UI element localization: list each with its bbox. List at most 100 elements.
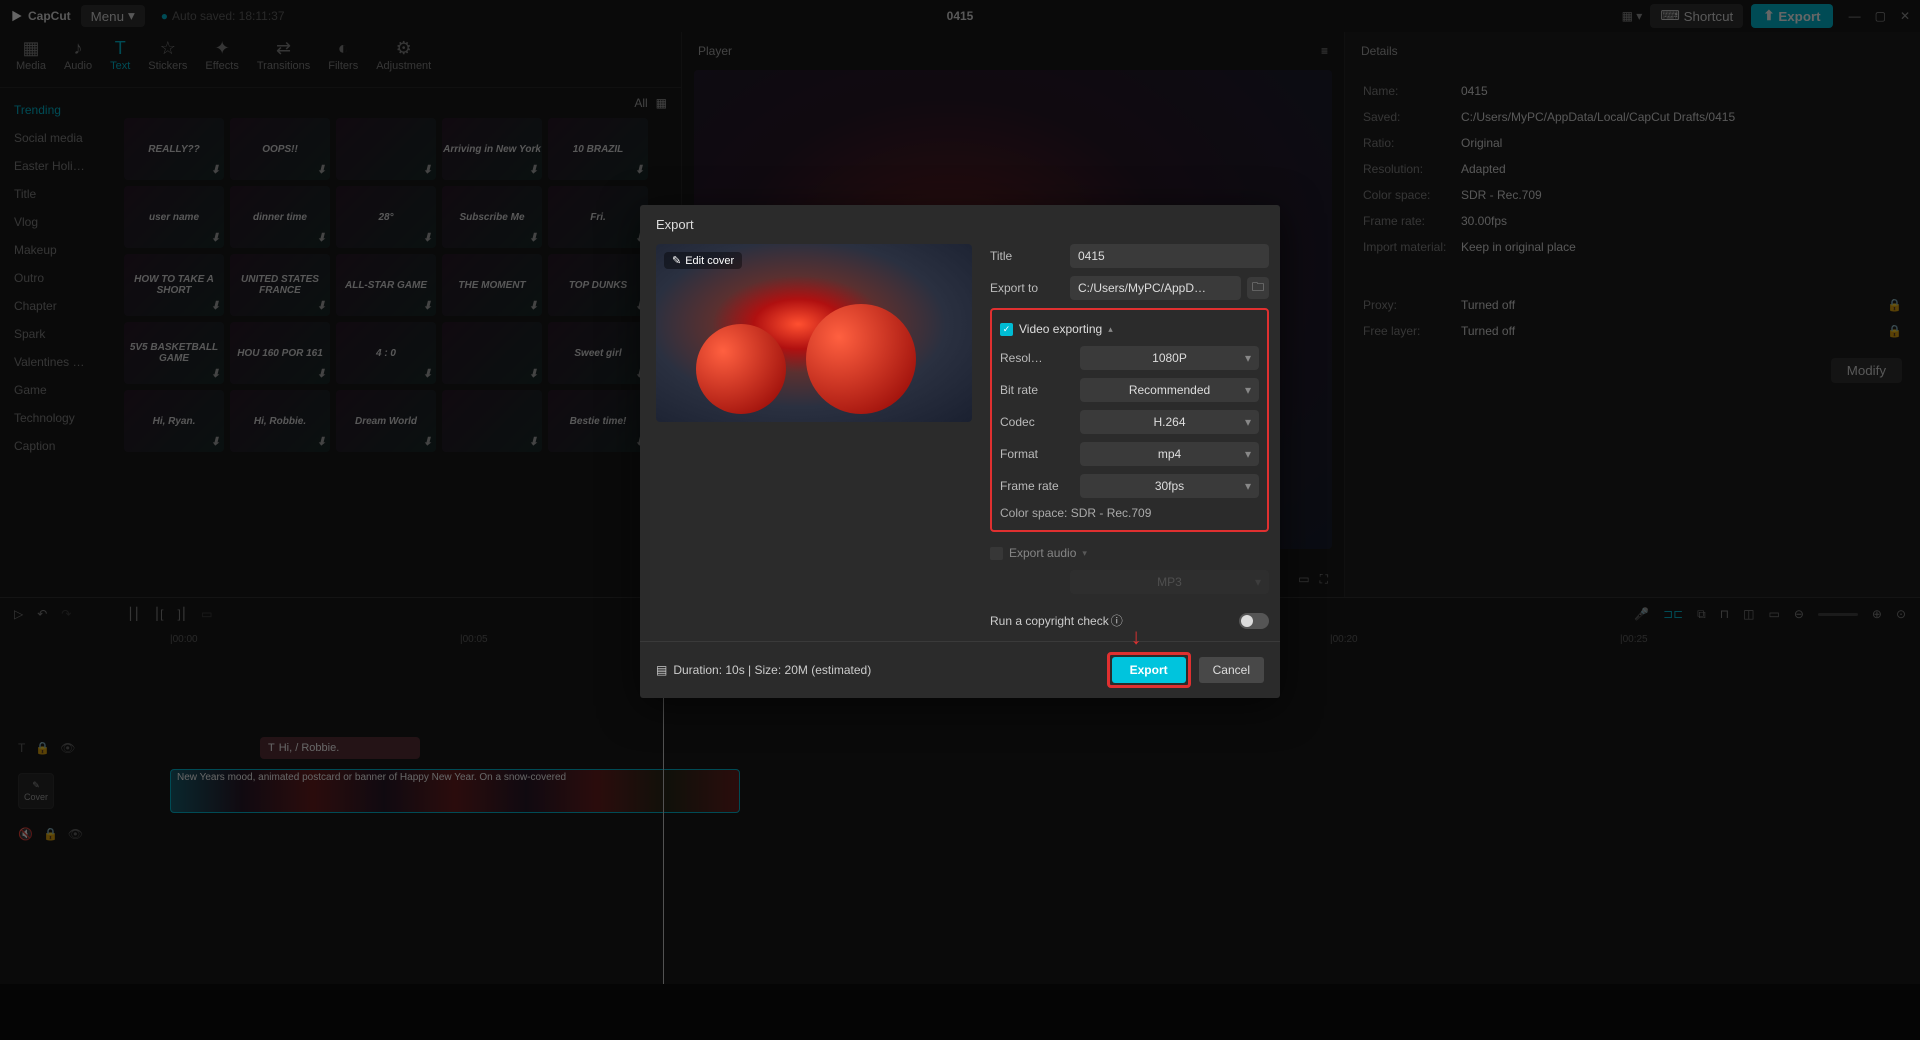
text-asset[interactable]: HOW TO TAKE A SHORT⬇ <box>124 254 224 316</box>
text-asset[interactable]: Sweet girl⬇ <box>548 322 648 384</box>
playhead[interactable] <box>663 654 664 984</box>
setting-select[interactable]: H.264 <box>1080 410 1259 434</box>
eye-icon[interactable]: 👁 <box>60 741 75 755</box>
delete-right-icon[interactable]: ]⎮ <box>177 607 187 621</box>
zoom-out-icon[interactable]: ⊖ <box>1794 607 1804 621</box>
text-asset[interactable]: HOU 160 POR 161⬇ <box>230 322 330 384</box>
browse-folder-button[interactable]: 🗀 <box>1247 277 1269 299</box>
mute-icon[interactable]: 🔇 <box>18 827 33 841</box>
edit-cover-button[interactable]: ✎Edit cover <box>664 252 742 269</box>
layout-icon[interactable]: ▦ ▾ <box>1622 9 1643 23</box>
text-asset[interactable]: UNITED STATES FRANCE⬇ <box>230 254 330 316</box>
video-clip[interactable]: New Years mood, animated postcard or ban… <box>170 769 740 813</box>
download-icon[interactable]: ⬇ <box>211 163 220 176</box>
text-clip[interactable]: THi, / Robbie. <box>260 737 420 759</box>
text-asset[interactable]: ⬇ <box>442 322 542 384</box>
text-asset[interactable]: Dream World⬇ <box>336 390 436 452</box>
download-icon[interactable]: ⬇ <box>211 231 220 244</box>
download-icon[interactable]: ⬇ <box>317 299 326 312</box>
export-confirm-button[interactable]: Export <box>1112 657 1186 683</box>
text-asset[interactable]: ALL-STAR GAME⬇ <box>336 254 436 316</box>
filter-all[interactable]: All <box>634 96 647 110</box>
text-asset[interactable]: 28°⬇ <box>336 186 436 248</box>
video-export-checkbox[interactable]: ✓ <box>1000 323 1013 336</box>
magnet-icon[interactable]: ⊓ <box>1720 607 1729 621</box>
text-asset[interactable]: 4 : 0⬇ <box>336 322 436 384</box>
chevron-up-icon[interactable]: ▴ <box>1108 324 1113 335</box>
text-asset[interactable]: OOPS!!⬇ <box>230 118 330 180</box>
download-icon[interactable]: ⬇ <box>423 435 432 448</box>
undo-icon[interactable]: ↶ <box>37 607 47 621</box>
zoom-in-icon[interactable]: ⊕ <box>1872 607 1882 621</box>
modify-button[interactable]: Modify <box>1831 358 1902 383</box>
category-item[interactable]: Title <box>0 180 116 208</box>
delete-left-icon[interactable]: ⎮[ <box>154 607 164 621</box>
category-item[interactable]: Makeup <box>0 236 116 264</box>
tool-tab-audio[interactable]: ♪Audio <box>64 38 92 87</box>
lock-icon[interactable]: 🔒 <box>43 827 58 841</box>
maximize-icon[interactable]: ▢ <box>1875 9 1886 23</box>
category-item[interactable]: Game <box>0 376 116 404</box>
tool-tab-effects[interactable]: ✦Effects <box>205 38 238 87</box>
copyright-toggle[interactable] <box>1239 613 1269 629</box>
text-asset[interactable]: ⬇ <box>336 118 436 180</box>
download-icon[interactable]: ⬇ <box>317 231 326 244</box>
eye-icon[interactable]: 👁 <box>68 827 83 841</box>
category-item[interactable]: Spark <box>0 320 116 348</box>
download-icon[interactable]: ⬇ <box>423 231 432 244</box>
text-asset[interactable]: Bestie time!⬇ <box>548 390 648 452</box>
text-asset[interactable]: Subscribe Me⬇ <box>442 186 542 248</box>
download-icon[interactable]: ⬇ <box>529 163 538 176</box>
title-input[interactable] <box>1070 244 1269 268</box>
fullscreen-icon[interactable]: ⛶ <box>1320 572 1328 587</box>
close-icon[interactable]: ✕ <box>1900 9 1910 23</box>
tool-tab-text[interactable]: TText <box>110 38 130 87</box>
text-asset[interactable]: 10 BRAZIL⬇ <box>548 118 648 180</box>
lock-icon[interactable]: 🔒 <box>35 741 50 755</box>
download-icon[interactable]: ⬇ <box>317 163 326 176</box>
tool-tab-stickers[interactable]: ☆Stickers <box>148 38 187 87</box>
audio-export-checkbox[interactable]: ✓ <box>990 547 1003 560</box>
download-icon[interactable]: ⬇ <box>211 367 220 380</box>
cover-button[interactable]: ✎Cover <box>18 773 54 809</box>
category-item[interactable]: Vlog <box>0 208 116 236</box>
text-asset[interactable]: 5V5 BASKETBALL GAME⬇ <box>124 322 224 384</box>
zoom-fit-icon[interactable]: ⊙ <box>1896 607 1906 621</box>
preview-icon[interactable]: ▭ <box>1768 607 1779 621</box>
info-icon[interactable]: ⓘ <box>1111 612 1123 629</box>
download-icon[interactable]: ⬇ <box>529 435 538 448</box>
text-asset[interactable]: REALLY??⬇ <box>124 118 224 180</box>
link-icon[interactable]: ⧉ <box>1697 607 1706 622</box>
grid-view-icon[interactable]: ▦ <box>656 96 667 110</box>
category-item[interactable]: Trending <box>0 96 116 124</box>
download-icon[interactable]: ⬇ <box>211 435 220 448</box>
magnet-main-icon[interactable]: ⊐⊏ <box>1663 607 1683 621</box>
text-asset[interactable]: Arriving in New York⬇ <box>442 118 542 180</box>
download-icon[interactable]: ⬇ <box>529 367 538 380</box>
download-icon[interactable]: ⬇ <box>423 299 432 312</box>
align-icon[interactable]: ◫ <box>1743 607 1754 621</box>
download-icon[interactable]: ⬇ <box>529 231 538 244</box>
text-asset[interactable]: Hi, Ryan.⬇ <box>124 390 224 452</box>
tool-tab-transitions[interactable]: ⇄Transitions <box>257 38 310 87</box>
text-asset[interactable]: user name⬇ <box>124 186 224 248</box>
setting-select[interactable]: 30fps <box>1080 474 1259 498</box>
download-icon[interactable]: ⬇ <box>635 163 644 176</box>
tool-tab-filters[interactable]: ◐Filters <box>328 38 358 87</box>
category-item[interactable]: Valentines … <box>0 348 116 376</box>
category-item[interactable]: Technology <box>0 404 116 432</box>
text-asset[interactable]: Hi, Robbie.⬇ <box>230 390 330 452</box>
text-track-icon[interactable]: T <box>18 741 25 755</box>
download-icon[interactable]: ⬇ <box>317 435 326 448</box>
download-icon[interactable]: ⬇ <box>423 163 432 176</box>
setting-select[interactable]: Recommended <box>1080 378 1259 402</box>
crop-icon[interactable]: ▭ <box>201 607 212 621</box>
setting-select[interactable]: mp4 <box>1080 442 1259 466</box>
category-item[interactable]: Easter Holi… <box>0 152 116 180</box>
text-asset[interactable]: ⬇ <box>442 390 542 452</box>
minimize-icon[interactable]: — <box>1849 9 1861 23</box>
tool-tab-media[interactable]: ▦Media <box>16 38 46 87</box>
panel-menu-icon[interactable]: ≡ <box>1321 44 1328 58</box>
exportto-input[interactable] <box>1070 276 1241 300</box>
export-top-button[interactable]: ⬆Export <box>1751 4 1832 28</box>
